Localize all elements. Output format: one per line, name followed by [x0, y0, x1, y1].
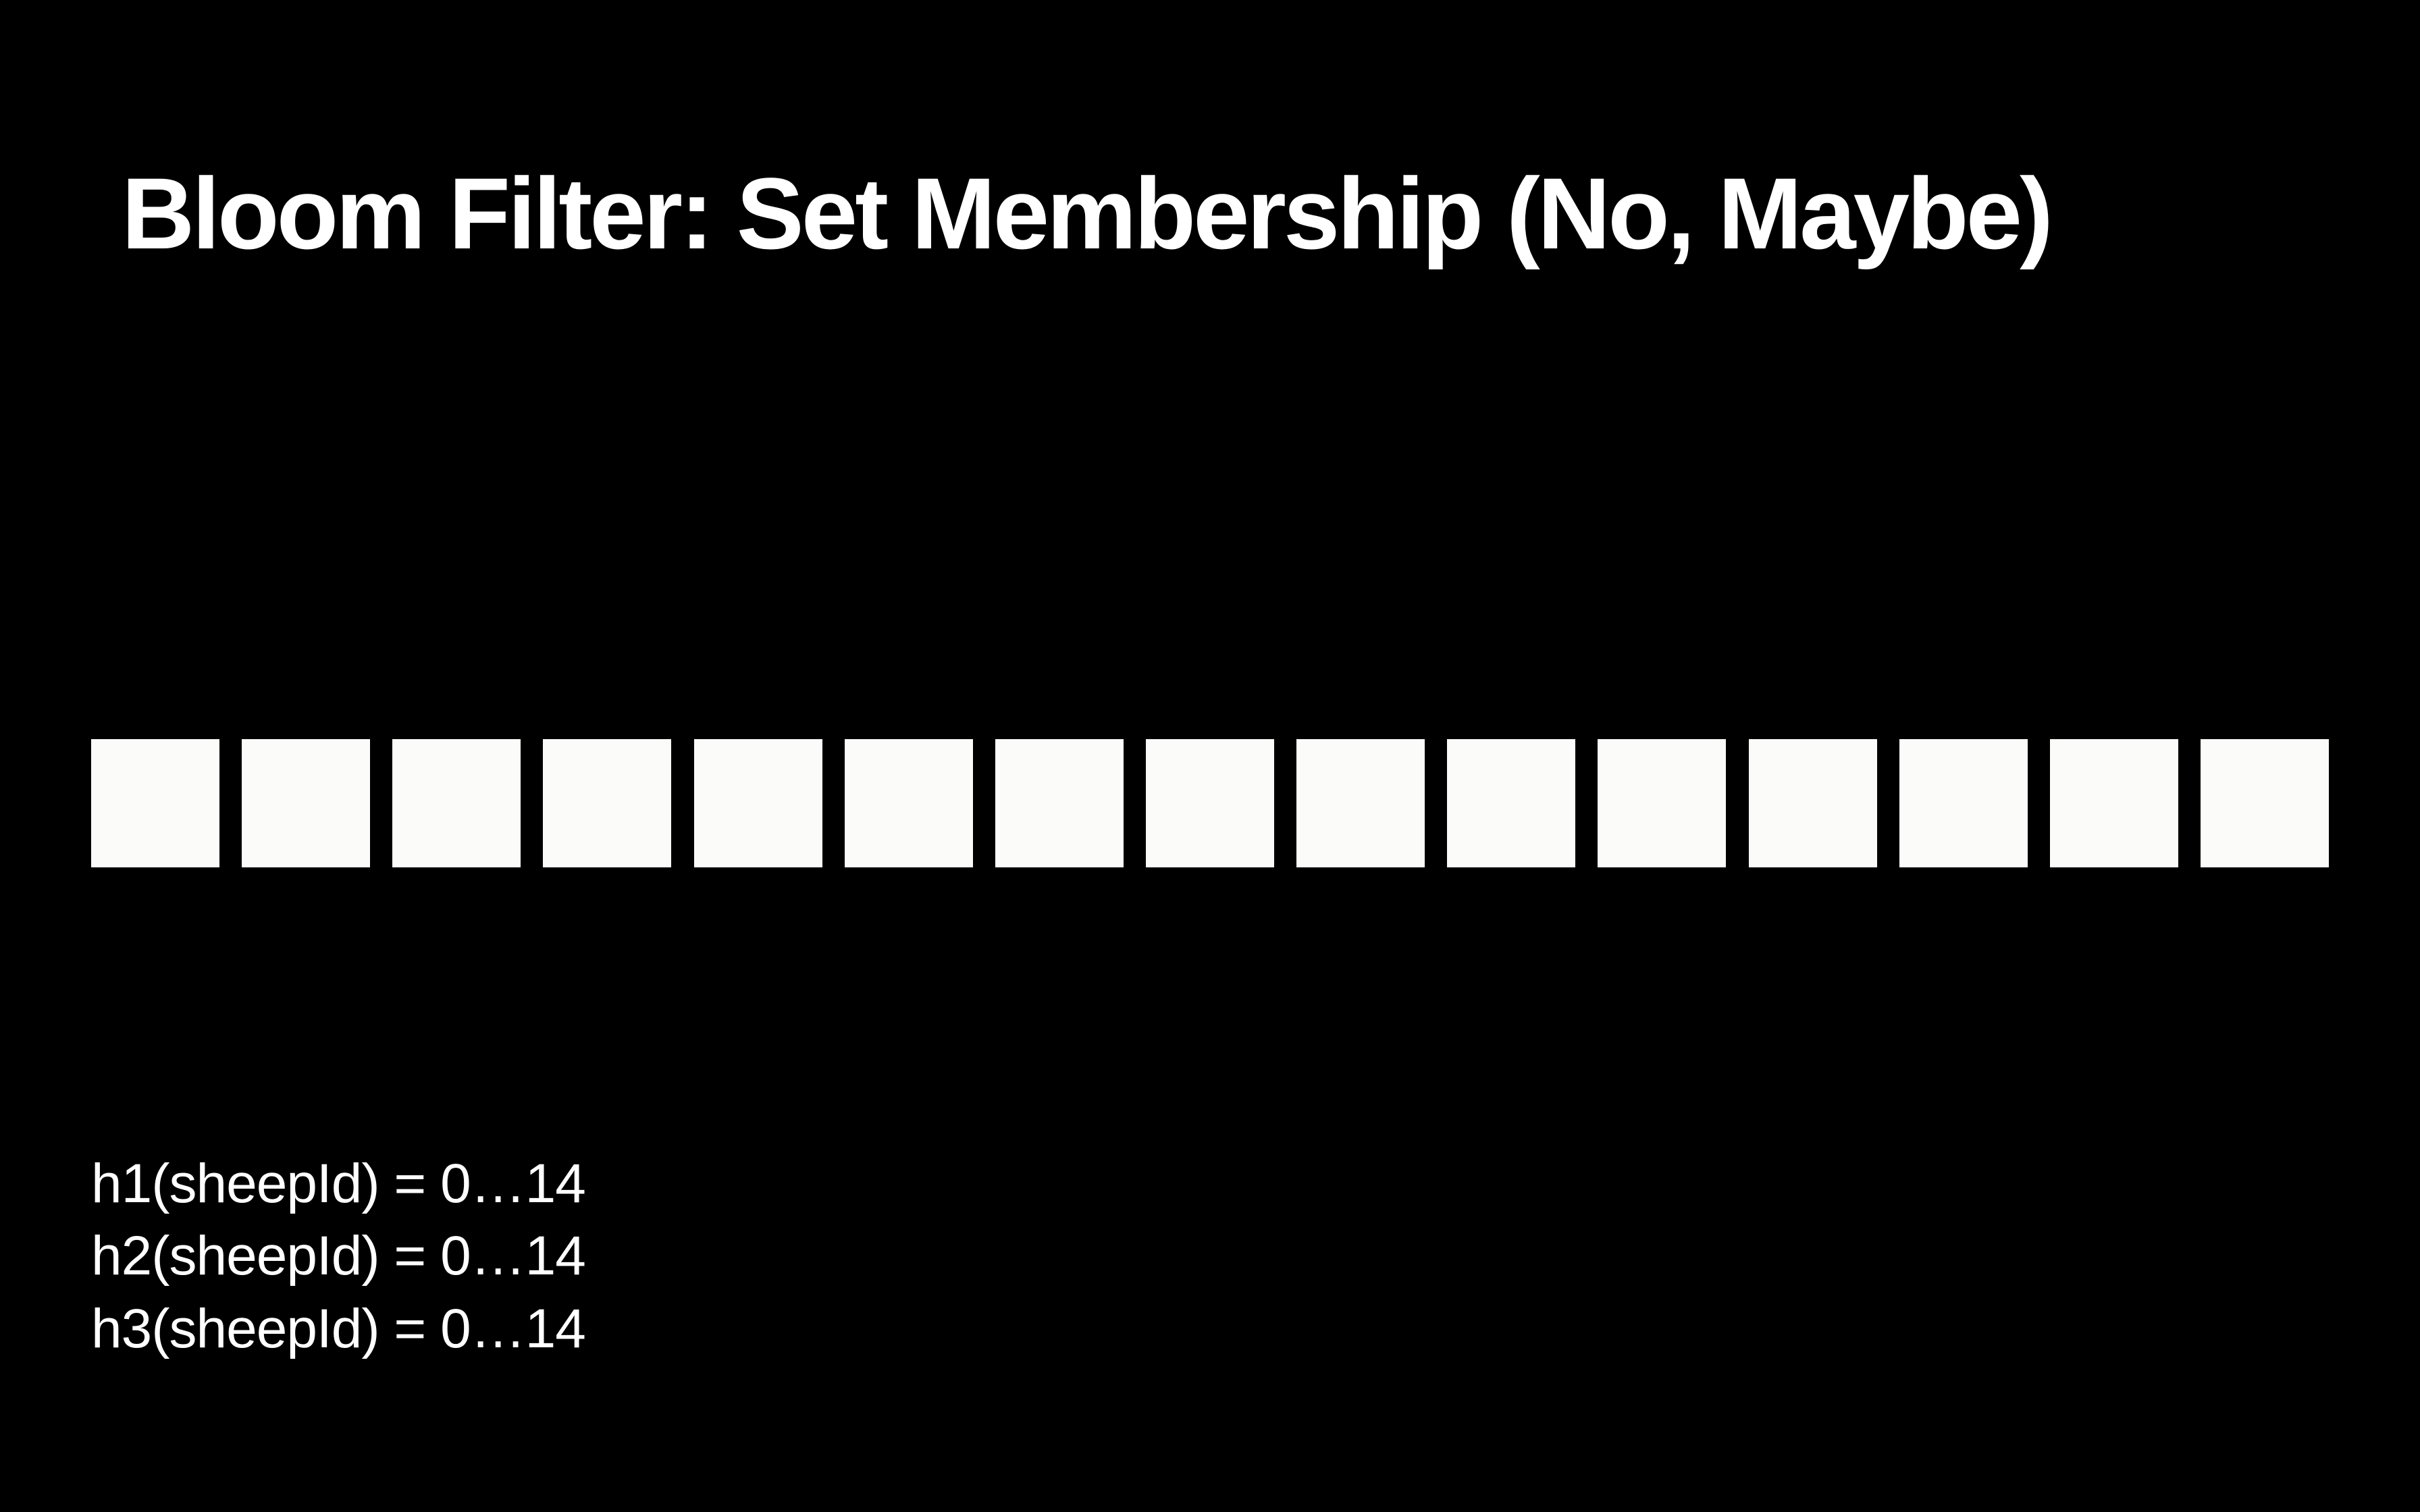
hash-function-line: h2(sheepId) = 0…14	[91, 1220, 585, 1292]
bit-cell	[995, 739, 1124, 867]
bit-cell	[694, 739, 822, 867]
bit-cell	[1749, 739, 1877, 867]
bit-cell	[1447, 739, 1575, 867]
bit-cell	[91, 739, 219, 867]
hash-function-line: h3(sheepId) = 0…14	[91, 1293, 585, 1365]
bit-cell	[2201, 739, 2329, 867]
bit-cell	[1146, 739, 1274, 867]
hash-function-list: h1(sheepId) = 0…14 h2(sheepId) = 0…14 h3…	[91, 1148, 585, 1365]
slide: Bloom Filter: Set Membership (No, Maybe)…	[0, 0, 2420, 1512]
bit-cell	[392, 739, 521, 867]
bit-cell	[1899, 739, 2028, 867]
bit-cell	[845, 739, 973, 867]
bit-cell	[1598, 739, 1726, 867]
bit-cell	[2050, 739, 2178, 867]
hash-function-line: h1(sheepId) = 0…14	[91, 1148, 585, 1220]
bit-cell	[242, 739, 370, 867]
bit-array	[91, 739, 2329, 867]
bit-cell	[543, 739, 671, 867]
bit-cell	[1296, 739, 1425, 867]
slide-title: Bloom Filter: Set Membership (No, Maybe)	[122, 155, 2051, 272]
